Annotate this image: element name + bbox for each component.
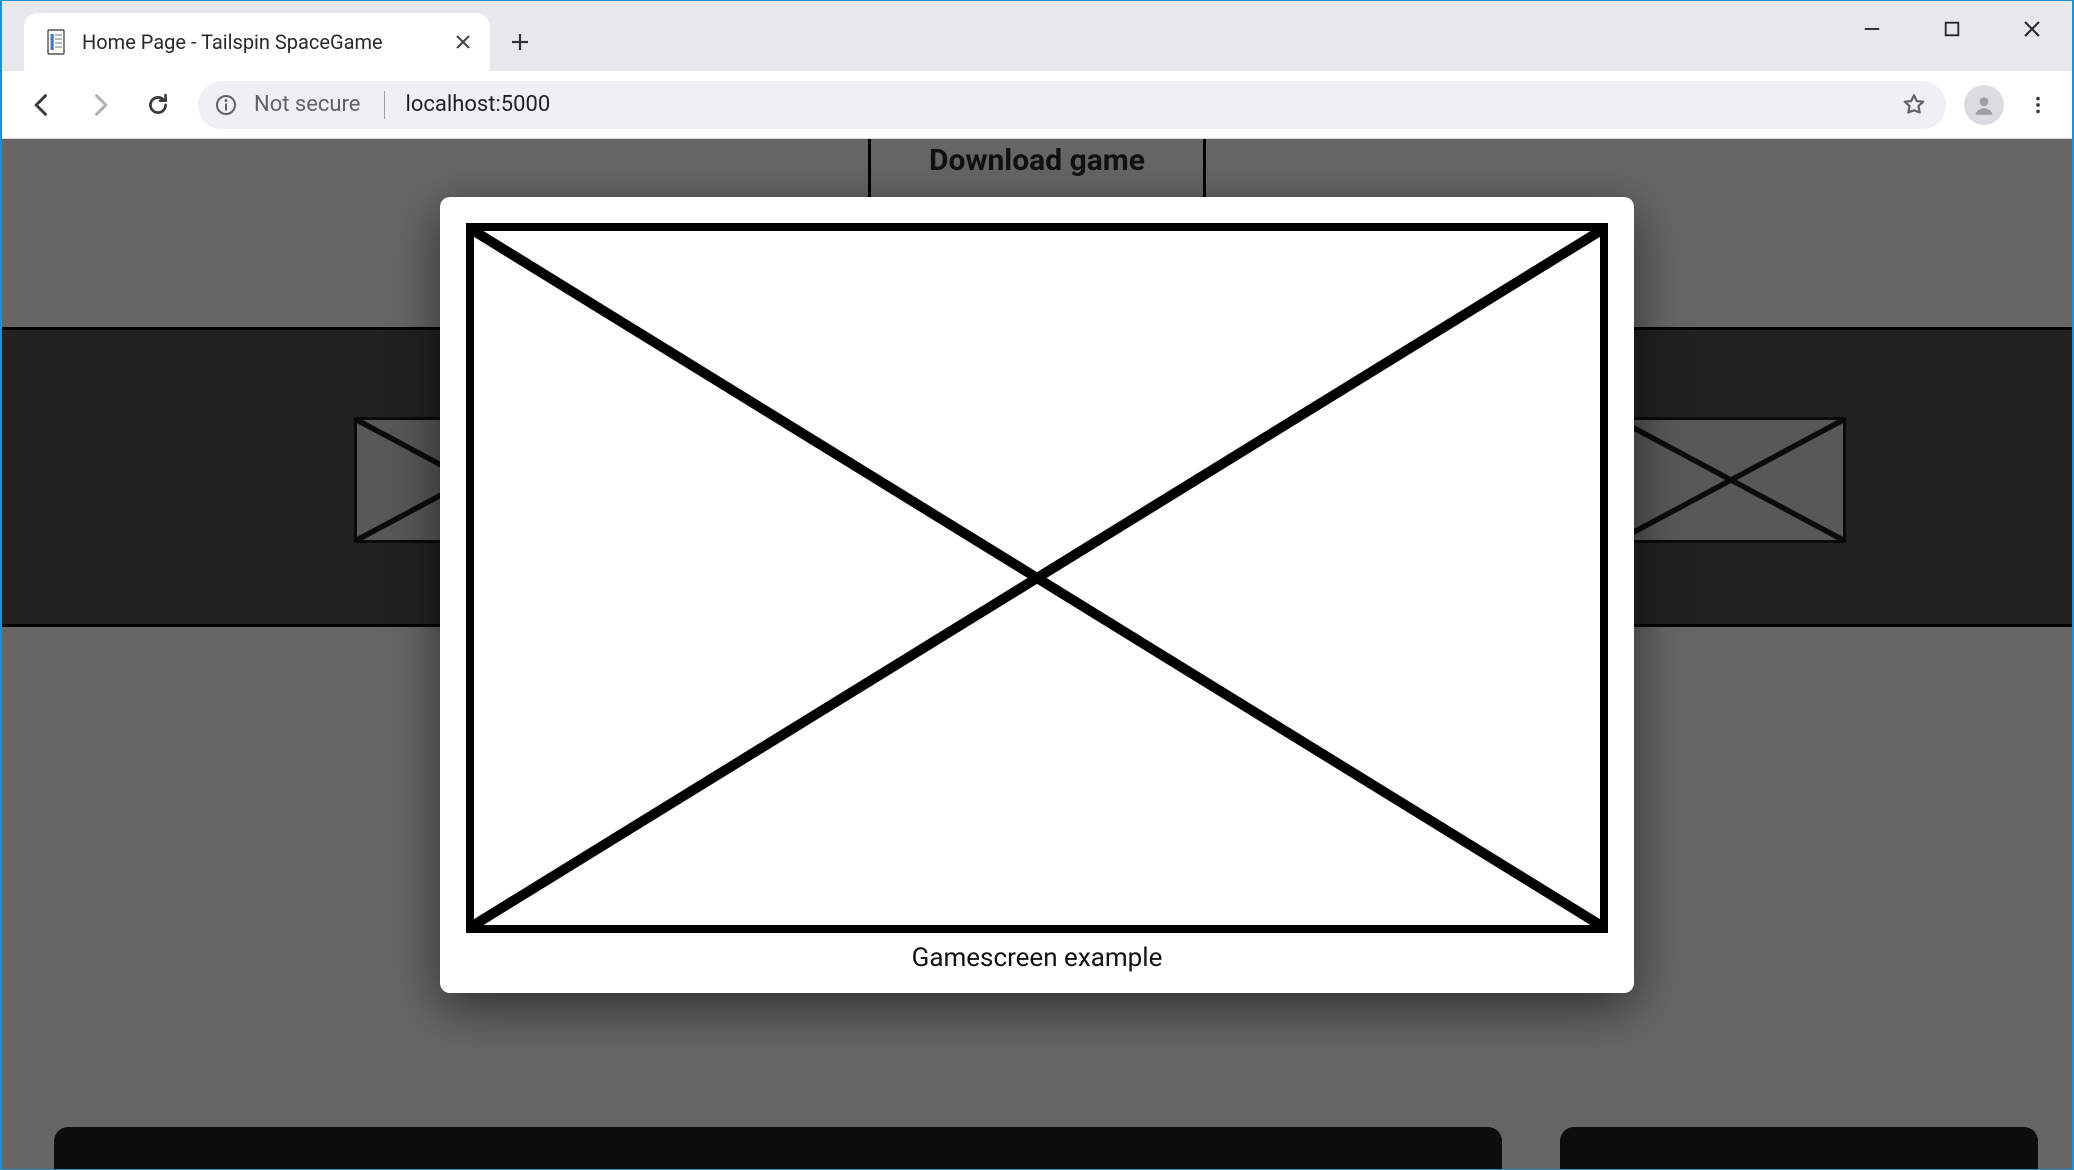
nav-back-button[interactable] <box>16 79 68 131</box>
window-minimize-button[interactable] <box>1832 1 1912 57</box>
nav-reload-button[interactable] <box>132 79 184 131</box>
window-maximize-button[interactable] <box>1912 1 1992 57</box>
profile-avatar-button[interactable] <box>1964 85 2004 125</box>
url-text: localhost:5000 <box>405 92 1882 117</box>
tab-close-button[interactable] <box>450 29 476 55</box>
page-favicon-icon <box>44 28 68 56</box>
security-label: Not secure <box>254 92 360 117</box>
address-separator <box>384 91 385 119</box>
browser-menu-button[interactable] <box>2018 85 2058 125</box>
page-viewport: Download game Gamescreen example <box>2 139 2072 1169</box>
download-game-label: Download game <box>929 143 1145 178</box>
address-bar[interactable]: Not secure localhost:5000 <box>198 81 1946 129</box>
gamescreen-modal: Gamescreen example <box>440 197 1634 993</box>
nav-forward-button[interactable] <box>74 79 126 131</box>
titlebar: Home Page - Tailspin SpaceGame <box>2 1 2072 71</box>
browser-window: Home Page - Tailspin SpaceGame <box>0 0 2074 1170</box>
window-close-button[interactable] <box>1992 1 2072 57</box>
site-info-icon[interactable] <box>214 93 238 117</box>
window-controls <box>1832 1 2072 57</box>
browser-toolbar: Not secure localhost:5000 <box>2 71 2072 139</box>
bookmark-star-button[interactable] <box>1898 89 1930 121</box>
modal-caption: Gamescreen example <box>466 943 1608 973</box>
browser-tab[interactable]: Home Page - Tailspin SpaceGame <box>24 13 490 71</box>
new-tab-button[interactable] <box>490 13 550 71</box>
tab-title: Home Page - Tailspin SpaceGame <box>82 30 450 54</box>
gamescreen-image-placeholder <box>466 223 1608 933</box>
